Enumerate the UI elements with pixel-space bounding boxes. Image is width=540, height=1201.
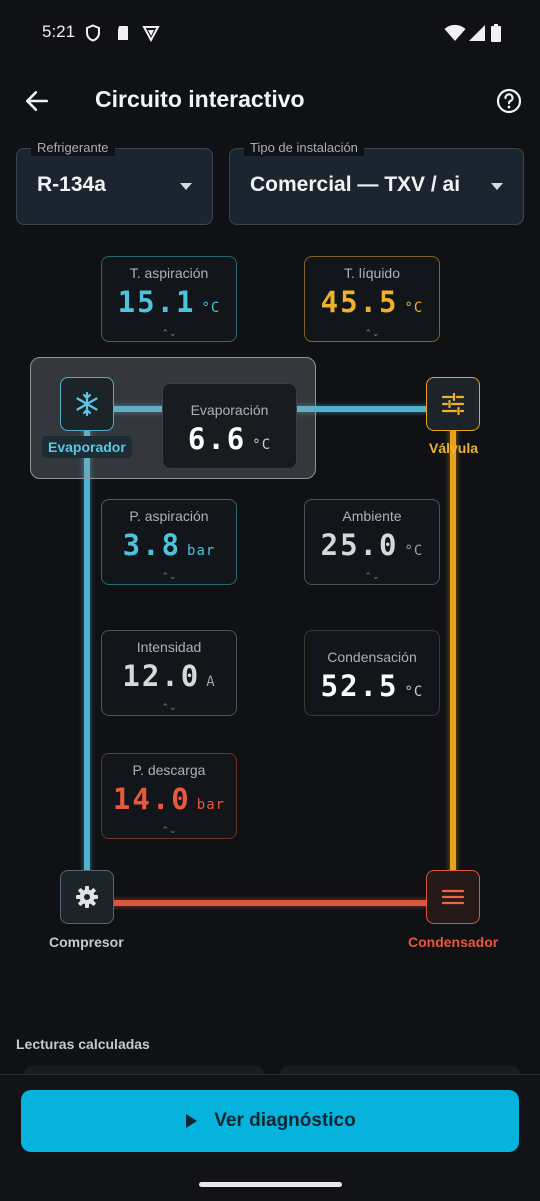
back-arrow-icon[interactable] bbox=[24, 88, 50, 114]
gear-icon bbox=[76, 886, 98, 908]
sliders-icon bbox=[441, 392, 465, 416]
condensation-value: 52.5 °C bbox=[320, 669, 424, 703]
refrigerant-label: Refrigerante bbox=[31, 140, 115, 156]
liquid-temp-label: T. líquido bbox=[343, 265, 401, 281]
stepper-icon[interactable]: ⌃⌄ bbox=[102, 826, 236, 835]
sd-card-icon bbox=[118, 26, 128, 40]
evaporator-label: Evaporador bbox=[42, 436, 132, 458]
liquid-temp-value: 45.5 °C bbox=[320, 285, 424, 319]
valve-label: Válvula bbox=[429, 440, 479, 456]
suction-temp-label: T. aspiración bbox=[129, 265, 209, 281]
condenser-node[interactable] bbox=[426, 870, 480, 924]
dropdown-caret-icon bbox=[491, 183, 503, 190]
condensation-label: Condensación bbox=[327, 649, 417, 665]
current-card[interactable]: Intensidad 12.0 A ⌃⌄ bbox=[101, 630, 237, 716]
liquid-temp-card[interactable]: T. líquido 45.5 °C ⌃⌄ bbox=[304, 256, 440, 342]
current-label: Intensidad bbox=[136, 639, 202, 655]
stepper-icon[interactable]: ⌃⌄ bbox=[102, 329, 236, 338]
discharge-pressure-card[interactable]: P. descarga 14.0 bar ⌃⌄ bbox=[101, 753, 237, 839]
view-diagnosis-label: Ver diagnóstico bbox=[214, 1110, 356, 1131]
status-bar: 5:21 bbox=[0, 0, 540, 64]
evaporation-value: 6.6 °C bbox=[187, 422, 272, 456]
installation-type-label: Tipo de instalación bbox=[244, 140, 364, 156]
compressor-label: Compresor bbox=[49, 934, 124, 950]
stepper-icon[interactable]: ⌃⌄ bbox=[305, 329, 439, 338]
suction-temp-value: 15.1 °C bbox=[117, 285, 221, 319]
ambient-card[interactable]: Ambiente 25.0 °C ⌃⌄ bbox=[304, 499, 440, 585]
evaporation-card[interactable]: Evaporación 6.6 °C bbox=[162, 383, 297, 469]
stepper-icon[interactable]: ⌃⌄ bbox=[305, 572, 439, 581]
liquid-line-pipe bbox=[450, 408, 456, 898]
vpn-icon bbox=[142, 26, 160, 42]
condenser-label: Condensador bbox=[408, 934, 499, 950]
gesture-handle bbox=[199, 1182, 342, 1187]
stepper-icon[interactable]: ⌃⌄ bbox=[102, 572, 236, 581]
view-diagnosis-button[interactable]: Ver diagnóstico bbox=[21, 1090, 519, 1152]
installation-type-select[interactable]: Tipo de instalación Comercial — TXV / ai bbox=[229, 140, 524, 225]
ambient-value: 25.0 °C bbox=[320, 528, 424, 562]
battery-icon bbox=[491, 24, 501, 42]
compressor-node[interactable] bbox=[60, 870, 114, 924]
menu-lines-icon bbox=[441, 889, 465, 905]
evaporation-label: Evaporación bbox=[190, 402, 269, 418]
ambient-label: Ambiente bbox=[342, 508, 402, 524]
suction-temp-card[interactable]: T. aspiración 15.1 °C ⌃⌄ bbox=[101, 256, 237, 342]
stepper-icon[interactable]: ⌃⌄ bbox=[102, 703, 236, 712]
shield-icon bbox=[86, 24, 100, 42]
discharge-pressure-label: P. descarga bbox=[132, 762, 206, 778]
page-title: Circuito interactivo bbox=[95, 86, 305, 112]
calculated-readings-heading: Lecturas calculadas bbox=[16, 1036, 150, 1052]
suction-pressure-value: 3.8 bar bbox=[122, 528, 216, 562]
refrigerant-value: R-134a bbox=[37, 173, 106, 196]
current-value: 12.0 A bbox=[122, 659, 216, 693]
help-icon[interactable] bbox=[496, 88, 522, 114]
suction-pressure-card[interactable]: P. aspiración 3.8 bar ⌃⌄ bbox=[101, 499, 237, 585]
suction-pressure-label: P. aspiración bbox=[129, 508, 209, 524]
condensation-card[interactable]: Condensación 52.5 °C bbox=[304, 630, 440, 716]
discharge-pressure-value: 14.0 bar bbox=[112, 782, 226, 816]
play-icon bbox=[186, 1114, 198, 1128]
installation-type-value: Comercial — TXV / ai bbox=[250, 173, 461, 196]
status-time: 5:21 bbox=[42, 22, 76, 41]
suction-line-pipe bbox=[84, 408, 90, 898]
signal-icon bbox=[469, 25, 485, 41]
wifi-icon bbox=[444, 24, 466, 41]
evaporator-node[interactable] bbox=[60, 377, 114, 431]
dropdown-caret-icon bbox=[180, 183, 192, 190]
discharge-line-pipe bbox=[86, 900, 454, 906]
snowflake-icon bbox=[76, 391, 98, 417]
refrigerant-select[interactable]: Refrigerante R-134a bbox=[16, 140, 213, 225]
valve-node[interactable] bbox=[426, 377, 480, 431]
